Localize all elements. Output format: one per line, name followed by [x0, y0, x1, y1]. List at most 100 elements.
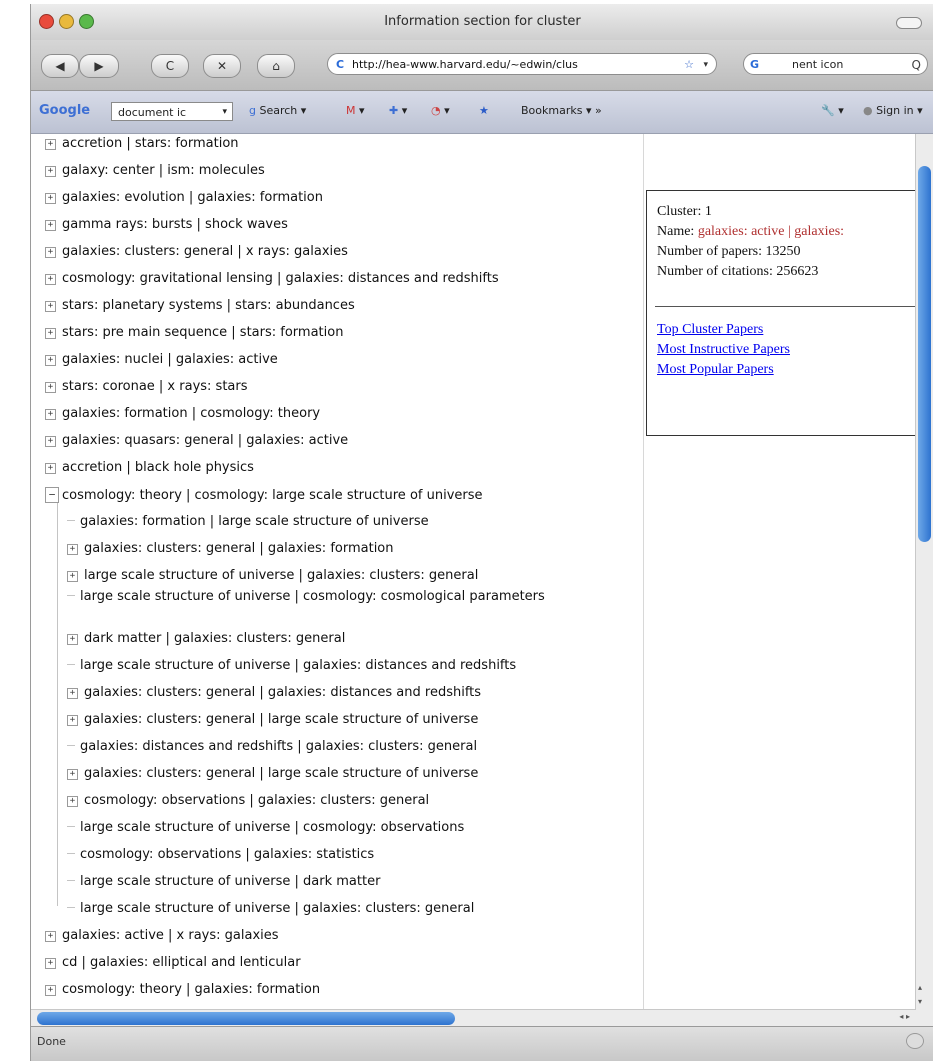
bookmark-star-icon[interactable]: ☆: [684, 54, 694, 76]
tree-item-label[interactable]: galaxies: clusters: general | large scal…: [84, 766, 478, 781]
tree-item-label[interactable]: galaxies: clusters: general | x rays: ga…: [62, 244, 348, 259]
bookmark-star-toolbar-button[interactable]: ★: [479, 104, 489, 117]
tree-item[interactable]: + large scale structure of universe | gal…: [67, 568, 478, 584]
expand-icon[interactable]: +: [67, 796, 78, 807]
expand-icon[interactable]: +: [45, 166, 56, 177]
google-search-button[interactable]: g Search ▾: [249, 104, 306, 117]
expand-icon[interactable]: +: [45, 382, 56, 393]
tree-item-label[interactable]: large scale structure of universe | gala…: [80, 658, 516, 673]
tree-item-label[interactable]: cosmology: gravitational lensing | galax…: [62, 271, 499, 286]
tree-item[interactable]: + accretion | black hole physics: [45, 460, 254, 476]
expand-icon[interactable]: +: [45, 274, 56, 285]
tree-item-label[interactable]: cd | galaxies: elliptical and lenticular: [62, 955, 301, 970]
google-toolbar-input[interactable]: document ic ▾: [111, 102, 233, 121]
tree-item-label[interactable]: dark matter | galaxies: clusters: genera…: [84, 631, 345, 646]
expand-icon[interactable]: +: [67, 634, 78, 645]
tree-item-label[interactable]: large scale structure of universe | cosm…: [80, 589, 545, 604]
horizontal-scrollbar[interactable]: ◂ ▸: [31, 1009, 916, 1027]
home-button[interactable]: ⌂: [257, 54, 295, 78]
tree-item[interactable]: + galaxies: quasars: general | galaxies: …: [45, 433, 348, 449]
bookmarks-button[interactable]: Bookmarks ▾ »: [521, 104, 602, 117]
tree-item-label[interactable]: cosmology: observations | galaxies: stat…: [80, 847, 374, 862]
tree-item-label[interactable]: galaxies: formation | large scale struct…: [80, 514, 429, 529]
expand-icon[interactable]: +: [45, 301, 56, 312]
expand-icon[interactable]: +: [45, 958, 56, 969]
tree-item-label[interactable]: accretion | stars: formation: [62, 136, 239, 151]
tree-item[interactable]: + galaxies: formation | cosmology: theory: [45, 406, 320, 422]
most-instructive-papers-link[interactable]: Most Instructive Papers: [657, 341, 790, 359]
expand-icon[interactable]: +: [45, 931, 56, 942]
tree-item-label[interactable]: accretion | black hole physics: [62, 460, 254, 475]
expand-icon[interactable]: +: [67, 769, 78, 780]
tree-item[interactable]: + cosmology: theory | galaxies: formation: [45, 982, 320, 998]
tree-item-label[interactable]: galaxies: nuclei | galaxies: active: [62, 352, 278, 367]
tree-item-label[interactable]: stars: coronae | x rays: stars: [62, 379, 248, 394]
tree-item-label[interactable]: galaxies: distances and redshifts | gala…: [80, 739, 477, 754]
tree-item[interactable]: cosmology: observations | galaxies: stat…: [67, 847, 374, 863]
tree-item-label[interactable]: galaxy: center | ism: molecules: [62, 163, 265, 178]
expand-icon[interactable]: +: [45, 463, 56, 474]
tree-item[interactable]: + galaxies: clusters: general | galaxies:…: [67, 685, 481, 701]
frame-divider[interactable]: [643, 134, 644, 1010]
tree-item[interactable]: large scale structure of universe | cosm…: [67, 820, 464, 836]
tree-item[interactable]: + galaxies: clusters: general | large sca…: [67, 766, 478, 782]
tree-item[interactable]: + accretion | stars: formation: [45, 136, 239, 152]
tree-item-label[interactable]: large scale structure of universe | cosm…: [80, 820, 464, 835]
gmail-button[interactable]: M ▾: [346, 104, 365, 117]
tree-item[interactable]: + cosmology: gravitational lensing | gala…: [45, 271, 499, 287]
chevron-down-icon[interactable]: ▾: [222, 103, 227, 122]
tree-item[interactable]: + galaxies: clusters: general | x rays: g…: [45, 244, 348, 260]
tree-item-label[interactable]: stars: planetary systems | stars: abunda…: [62, 298, 355, 313]
tree-item-label[interactable]: galaxies: active | x rays: galaxies: [62, 928, 279, 943]
tree-item[interactable]: large scale structure of universe | gala…: [67, 658, 516, 674]
expand-icon[interactable]: +: [45, 328, 56, 339]
expand-icon[interactable]: +: [67, 544, 78, 555]
search-engine-icon[interactable]: G: [750, 54, 759, 76]
tree-item[interactable]: + stars: coronae | x rays: stars: [45, 379, 248, 395]
forward-button[interactable]: ▶: [79, 54, 119, 78]
tree-item-label[interactable]: galaxies: quasars: general | galaxies: a…: [62, 433, 348, 448]
tree-item[interactable]: + dark matter | galaxies: clusters: gener…: [67, 631, 345, 647]
scroll-arrows-icon[interactable]: ◂ ▸: [899, 1012, 910, 1021]
tree-item-label[interactable]: stars: pre main sequence | stars: format…: [62, 325, 343, 340]
expand-icon[interactable]: +: [67, 715, 78, 726]
tree-item-label[interactable]: cosmology: observations | galaxies: clus…: [84, 793, 429, 808]
vertical-scroll-thumb[interactable]: [918, 166, 931, 542]
tree-item[interactable]: large scale structure of universe | dark…: [67, 874, 380, 890]
tree-item-label[interactable]: galaxies: formation | cosmology: theory: [62, 406, 320, 421]
tree-item[interactable]: + cd | galaxies: elliptical and lenticula…: [45, 955, 301, 971]
expand-icon[interactable]: +: [45, 436, 56, 447]
pagerank-button[interactable]: ◔ ▾: [431, 104, 450, 117]
tree-item[interactable]: galaxies: formation | large scale struct…: [67, 514, 429, 530]
tree-item-label[interactable]: large scale structure of universe | gala…: [84, 568, 478, 583]
tree-item[interactable]: + stars: planetary systems | stars: abund…: [45, 298, 355, 314]
tree-item[interactable]: + gamma rays: bursts | shock waves: [45, 217, 288, 233]
top-cluster-papers-link[interactable]: Top Cluster Papers: [657, 321, 763, 339]
expand-icon[interactable]: +: [45, 355, 56, 366]
tree-item-label[interactable]: gamma rays: bursts | shock waves: [62, 217, 288, 232]
wrench-button[interactable]: 🔧 ▾: [821, 104, 844, 117]
url-history-dropdown-icon[interactable]: ▾: [703, 54, 708, 76]
most-popular-papers-link[interactable]: Most Popular Papers: [657, 361, 774, 379]
tree-item[interactable]: + stars: pre main sequence | stars: forma…: [45, 325, 343, 341]
expand-icon[interactable]: +: [45, 193, 56, 204]
tree-item[interactable]: + cosmology: observations | galaxies: clu…: [67, 793, 429, 809]
magnifier-icon[interactable]: Q: [912, 54, 921, 76]
expand-icon[interactable]: +: [45, 220, 56, 231]
tree-item-label[interactable]: galaxies: clusters: general | large scal…: [84, 712, 478, 727]
tree-item[interactable]: + galaxies: active | x rays: galaxies: [45, 928, 279, 944]
url-bar[interactable]: C http://hea-www.harvard.edu/~edwin/clus…: [327, 53, 717, 75]
tree-item[interactable]: large scale structure of universe | gala…: [67, 901, 474, 917]
expand-icon[interactable]: +: [67, 688, 78, 699]
search-box[interactable]: G nent icon Q: [743, 53, 928, 75]
collapse-icon[interactable]: −: [45, 487, 59, 503]
horizontal-scroll-thumb[interactable]: [37, 1012, 455, 1025]
tree-item-label[interactable]: large scale structure of universe | gala…: [80, 901, 474, 916]
stop-button[interactable]: ✕: [203, 54, 241, 78]
tree-item[interactable]: − cosmology: theory | cosmology: large sc…: [45, 487, 483, 504]
share-button[interactable]: ✚ ▾: [389, 104, 407, 117]
tree-item-label[interactable]: galaxies: clusters: general | galaxies: …: [84, 541, 394, 556]
back-button[interactable]: ◀: [41, 54, 79, 78]
tree-item[interactable]: + galaxies: clusters: general | large sca…: [67, 712, 478, 728]
sign-in-button[interactable]: ● Sign in ▾: [863, 104, 923, 117]
